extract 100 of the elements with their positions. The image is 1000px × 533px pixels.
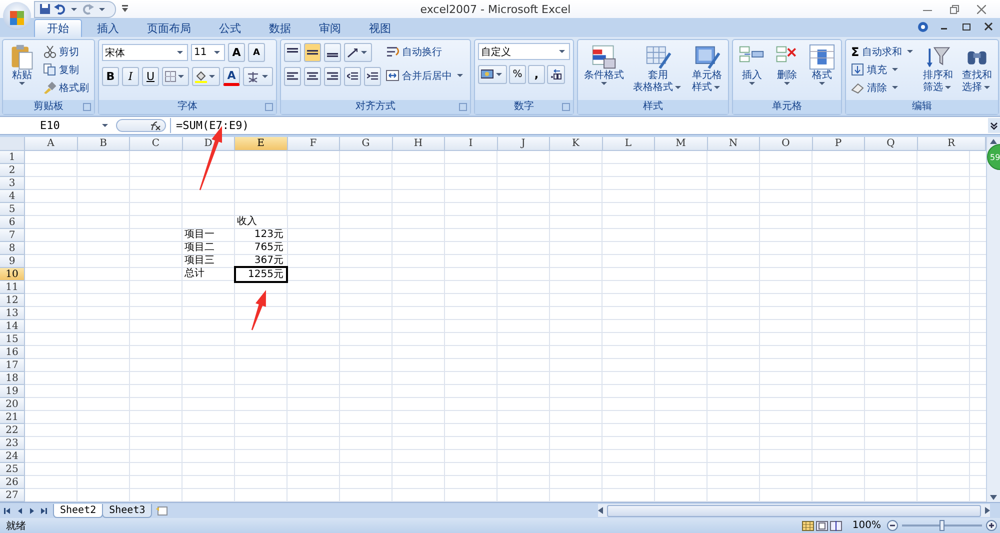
font-name-field[interactable]: 宋体 [102, 44, 188, 61]
normal-view-icon[interactable] [802, 520, 814, 531]
ribbon-tab[interactable]: 公式 [206, 19, 254, 37]
align-button[interactable] [344, 67, 361, 86]
row-header[interactable]: 24 [0, 450, 25, 464]
ribbon-button[interactable]: 填充 [849, 61, 918, 78]
row-header[interactable]: 3 [0, 177, 25, 190]
ribbon-button[interactable]: 查找和 选择 [959, 43, 996, 95]
table-cell[interactable]: 1255元 [234, 266, 288, 284]
save-icon[interactable] [39, 3, 51, 15]
undo-icon[interactable] [54, 3, 66, 15]
previous-sheet-icon[interactable] [16, 506, 23, 515]
row-header[interactable]: 12 [0, 294, 25, 308]
slider-thumb[interactable] [940, 520, 944, 532]
column-header[interactable]: L [602, 137, 655, 152]
comma-button[interactable]: , [528, 65, 545, 84]
column-header[interactable]: A [25, 137, 78, 152]
row-header[interactable]: 20 [0, 398, 25, 412]
ribbon-button[interactable]: 合并后居中 [384, 67, 467, 84]
increase-decimal-button[interactable] [547, 65, 565, 84]
column-header[interactable]: Q [865, 137, 918, 152]
ribbon-button[interactable]: 条件格式 [581, 43, 627, 86]
column-header[interactable]: E [235, 137, 288, 152]
table-cell[interactable]: 收入 [235, 216, 288, 230]
restore-icon[interactable] [950, 4, 959, 14]
last-sheet-icon[interactable] [40, 506, 47, 515]
align-button[interactable] [284, 43, 301, 62]
ribbon-button[interactable]: 格式刷 [41, 79, 91, 96]
column-header[interactable]: K [550, 137, 602, 152]
row-header[interactable]: 21 [0, 411, 25, 424]
italic-button[interactable]: I [122, 67, 139, 86]
align-button[interactable] [304, 67, 321, 86]
row-header[interactable]: 7 [0, 229, 25, 242]
row-header[interactable]: 11 [0, 281, 25, 294]
row-header[interactable]: 18 [0, 372, 25, 386]
row-header[interactable]: 16 [0, 346, 25, 360]
page-layout-icon[interactable] [816, 520, 828, 531]
percent-button[interactable]: % [509, 65, 526, 84]
ribbon-button[interactable]: 格式 [806, 43, 838, 86]
zoom-out-icon[interactable] [887, 520, 898, 532]
column-header[interactable]: F [288, 137, 340, 152]
restore-icon[interactable] [962, 22, 972, 32]
ribbon-button[interactable]: 剪切 [41, 43, 91, 60]
row-header[interactable]: 9 [0, 255, 25, 268]
page-break-icon[interactable] [830, 520, 842, 531]
row-header[interactable]: 26 [0, 476, 25, 490]
ribbon-button[interactable]: Σ 自动求和 [849, 43, 918, 60]
column-header[interactable]: R [918, 137, 986, 152]
phonetic-button[interactable] [243, 67, 273, 86]
zoom-level[interactable]: 100% [852, 520, 881, 532]
ribbon-button[interactable]: 自动换行 [384, 43, 467, 60]
ribbon-tab[interactable]: 视图 [356, 19, 404, 37]
orientation-button[interactable] [344, 43, 372, 62]
scroll-thumb[interactable] [607, 504, 981, 517]
column-header[interactable]: C [130, 137, 182, 152]
align-button[interactable] [324, 67, 341, 86]
row-header[interactable]: 6 [0, 216, 25, 230]
row-header[interactable]: 2 [0, 164, 25, 178]
row-header[interactable]: 19 [0, 385, 25, 398]
ribbon-button[interactable]: 套用 表格格式 [630, 43, 686, 95]
ribbon-tab[interactable]: 页面布局 [134, 19, 204, 37]
row-header[interactable]: 1 [0, 151, 25, 164]
row-header[interactable]: 14 [0, 320, 25, 334]
row-header[interactable]: 10 [0, 268, 25, 282]
ribbon-tab[interactable]: 数据 [256, 19, 304, 37]
underline-button[interactable]: U [142, 67, 159, 86]
row-header[interactable]: 17 [0, 359, 25, 372]
row-header[interactable]: 13 [0, 307, 25, 320]
ribbon-button[interactable]: 排序和 筛选 [920, 43, 956, 95]
ribbon-button[interactable]: 清除 [849, 79, 918, 96]
row-header[interactable]: 23 [0, 437, 25, 450]
currency-button[interactable] [478, 65, 507, 84]
column-header[interactable]: G [340, 137, 392, 152]
column-header[interactable]: J [498, 137, 550, 152]
row-header[interactable]: 8 [0, 242, 25, 256]
number-format-field[interactable]: 自定义 [478, 43, 570, 60]
row-header[interactable]: 27 [0, 489, 25, 502]
column-header[interactable]: O [760, 137, 812, 152]
bold-button[interactable]: B [102, 67, 119, 86]
sheet-tab[interactable]: Sheet2 [53, 504, 104, 518]
close-icon[interactable] [977, 4, 986, 14]
ribbon-button[interactable]: 单元格 样式 [689, 43, 725, 95]
align-button[interactable] [304, 43, 321, 62]
next-sheet-icon[interactable] [28, 506, 35, 515]
sheet-tab[interactable]: Sheet3 [102, 504, 152, 518]
fill-color-button[interactable] [192, 67, 220, 86]
zoom-in-icon[interactable] [986, 520, 997, 532]
ribbon-tab[interactable]: 开始 [34, 19, 82, 37]
new-sheet-icon[interactable] [155, 506, 170, 516]
row-header[interactable]: 15 [0, 333, 25, 346]
column-header[interactable]: N [708, 137, 760, 152]
column-header[interactable]: M [655, 137, 708, 152]
ribbon-button[interactable]: 删除 [771, 43, 803, 86]
row-header[interactable]: 25 [0, 463, 25, 476]
ribbon-tab[interactable]: 审阅 [306, 19, 354, 37]
ribbon-button[interactable]: 复制 [41, 61, 91, 78]
align-button[interactable] [324, 43, 341, 62]
shrink-font-button[interactable]: A [248, 43, 265, 62]
font-color-button[interactable]: A [223, 67, 240, 86]
help-icon[interactable] [918, 22, 928, 32]
